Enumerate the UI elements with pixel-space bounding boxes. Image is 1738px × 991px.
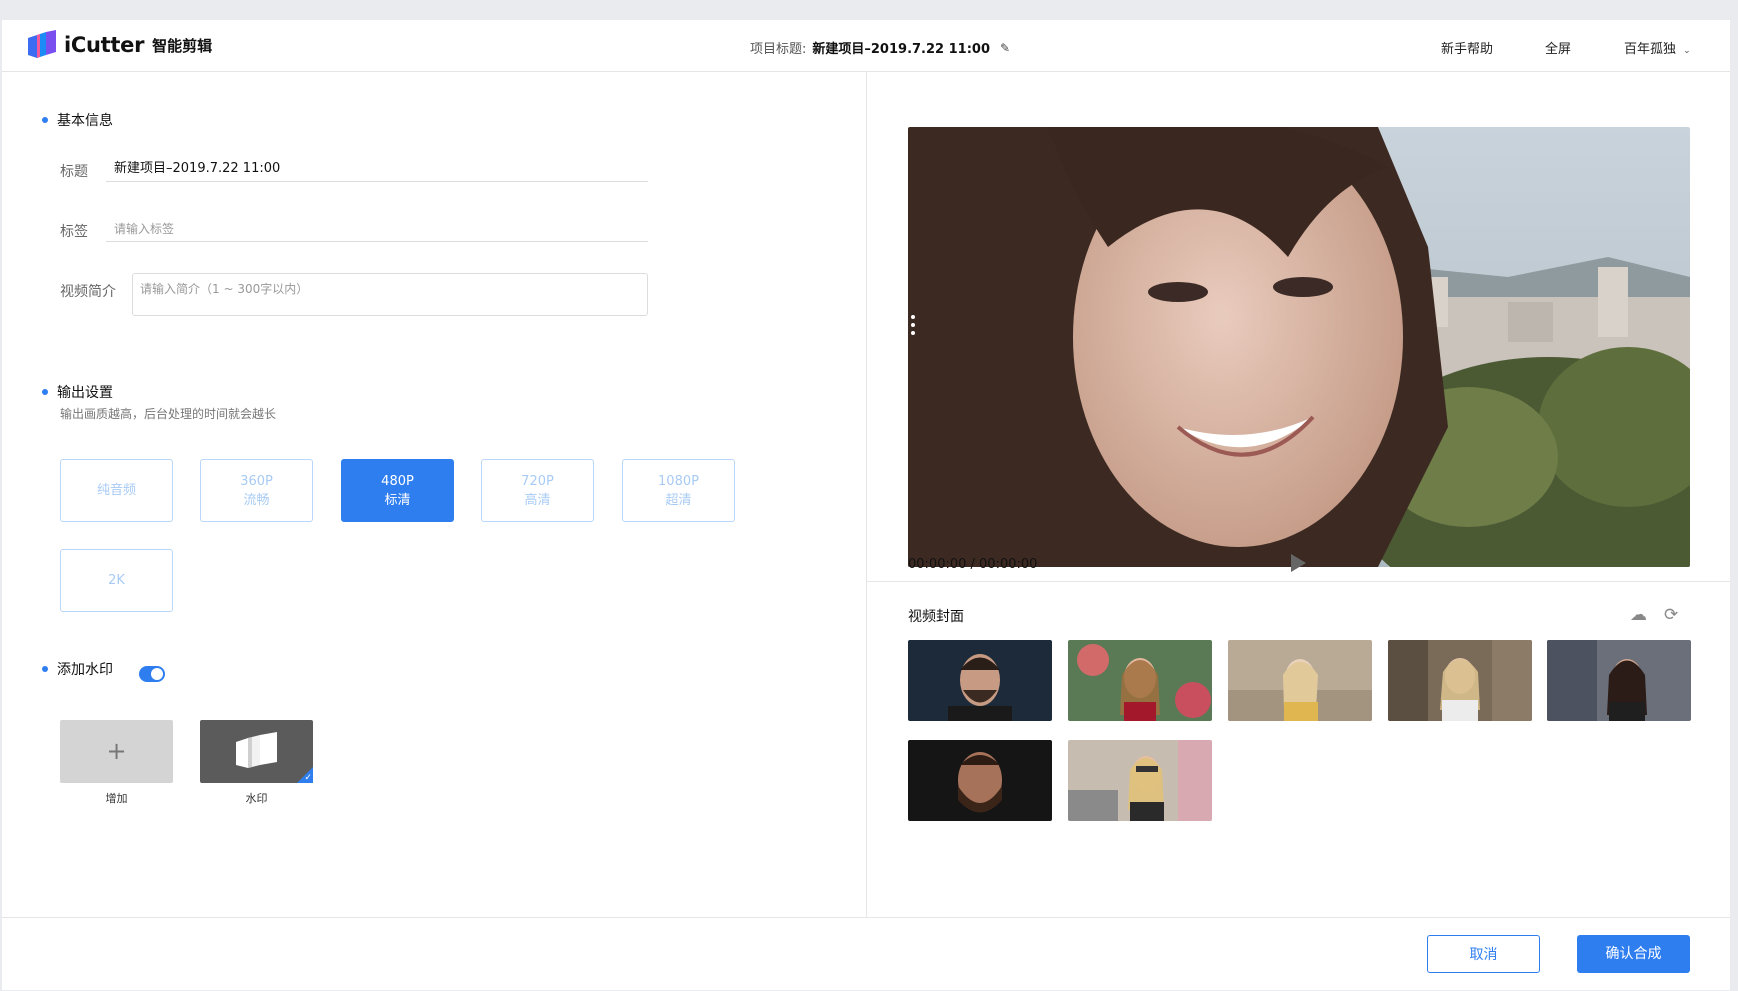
intro-textarea[interactable]: 请输入简介（1 ~ 300字以内） (132, 273, 648, 316)
project-title: 新建项目–2019.7.22 11:00 (812, 42, 990, 57)
cover-thumbnail[interactable] (1547, 640, 1691, 721)
fullscreen-link[interactable]: 全屏 (1545, 38, 1571, 57)
intro-label: 视频简介 (60, 284, 116, 300)
bullet-dot (42, 666, 48, 672)
app-name: iCutter (64, 33, 145, 57)
divider (867, 581, 1730, 582)
bullet-dot (42, 117, 48, 123)
cover-thumbnail[interactable] (908, 640, 1052, 721)
video-preview[interactable] (908, 127, 1690, 567)
settings-panel: 基本信息 标题 新建项目–2019.7.22 11:00 标签 请输入标签 视频… (2, 72, 867, 917)
title-input[interactable]: 新建项目–2019.7.22 11:00 (106, 156, 648, 182)
user-name: 百年孤独 (1624, 42, 1677, 57)
app-logo[interactable]: iCutter 智能剪辑 (26, 30, 212, 60)
section-basic-title: 基本信息 (57, 113, 113, 129)
section-output: 输出设置 (42, 382, 113, 402)
quality-720p[interactable]: 720P 高清 (481, 459, 594, 522)
section-watermark-title: 添加水印 (57, 662, 113, 678)
quality-line2: 高清 (524, 492, 551, 508)
app-subtitle: 智能剪辑 (152, 36, 213, 55)
window-title-cut (0, 0, 1738, 20)
top-header: iCutter 智能剪辑 项目标题: 新建项目–2019.7.22 11:00 … (2, 20, 1730, 72)
quality-line2: 流畅 (243, 492, 270, 508)
toggle-knob (151, 668, 163, 680)
project-title-label: 项目标题: (750, 42, 807, 57)
section-output-title: 输出设置 (57, 385, 113, 401)
quality-line1: 纯音频 (96, 483, 136, 498)
quality-1080p[interactable]: 1080P 超清 (622, 459, 735, 522)
edit-pen-icon[interactable]: ✎ (1000, 41, 1010, 55)
quality-480p[interactable]: 480P 标清 (341, 459, 454, 522)
watermark-toggle[interactable] (139, 666, 165, 682)
section-basic: 基本信息 (42, 110, 113, 130)
quality-line1: 480P (381, 473, 414, 489)
quality-line2: 超清 (665, 492, 692, 508)
editor-window: iCutter 智能剪辑 项目标题: 新建项目–2019.7.22 11:00 … (2, 20, 1730, 990)
footer-bar: 取消 确认合成 (2, 917, 1730, 991)
section-watermark: 添加水印 (42, 659, 113, 679)
title-label: 标题 (60, 164, 88, 180)
help-link[interactable]: 新手帮助 (1441, 38, 1493, 57)
play-icon[interactable] (1291, 554, 1306, 572)
quality-line1: 1080P (658, 473, 699, 489)
cover-thumbnail[interactable] (1228, 640, 1372, 721)
playback-time: 00:00:00 / 00:00:00 (908, 557, 1038, 572)
quality-line2: 标清 (384, 492, 411, 508)
upload-cloud-icon[interactable]: ☁ (1630, 605, 1647, 625)
user-menu[interactable]: 百年孤独 ⌄ (1624, 38, 1691, 57)
quality-2k[interactable]: 2K (60, 549, 173, 612)
confirm-compose-button[interactable]: 确认合成 (1577, 935, 1690, 973)
quality-line1: 720P (521, 473, 554, 489)
cover-thumbnail[interactable] (1068, 740, 1212, 821)
add-watermark-button[interactable]: + (60, 720, 173, 783)
logo-icon (26, 30, 58, 60)
preview-image (908, 127, 1690, 567)
chevron-down-icon: ⌄ (1683, 46, 1691, 56)
tag-label: 标签 (60, 224, 88, 240)
quality-line1: 2K (108, 573, 125, 588)
quality-audio-only[interactable]: 纯音频 (60, 459, 173, 522)
output-description: 输出画质越高，后台处理的时间就会越长 (60, 407, 277, 421)
cover-thumbnail[interactable] (908, 740, 1052, 821)
quality-360p[interactable]: 360P 流畅 (200, 459, 313, 522)
bullet-dot (42, 389, 48, 395)
watermark-caption: 水印 (245, 792, 268, 805)
quality-line1: 360P (240, 473, 273, 489)
cover-section-title: 视频封面 (908, 609, 964, 625)
add-watermark-caption: 增加 (105, 792, 128, 805)
cover-thumbnail[interactable] (1388, 640, 1532, 721)
project-title-area: 项目标题: 新建项目–2019.7.22 11:00 ✎ (750, 38, 1010, 58)
refresh-icon[interactable]: ⟳ (1664, 605, 1678, 625)
tag-input[interactable]: 请输入标签 (106, 216, 648, 242)
watermark-item[interactable]: ✓ (200, 720, 313, 783)
cancel-button[interactable]: 取消 (1427, 935, 1540, 973)
watermark-logo-icon (236, 732, 277, 768)
cover-thumbnail[interactable] (1068, 640, 1212, 721)
